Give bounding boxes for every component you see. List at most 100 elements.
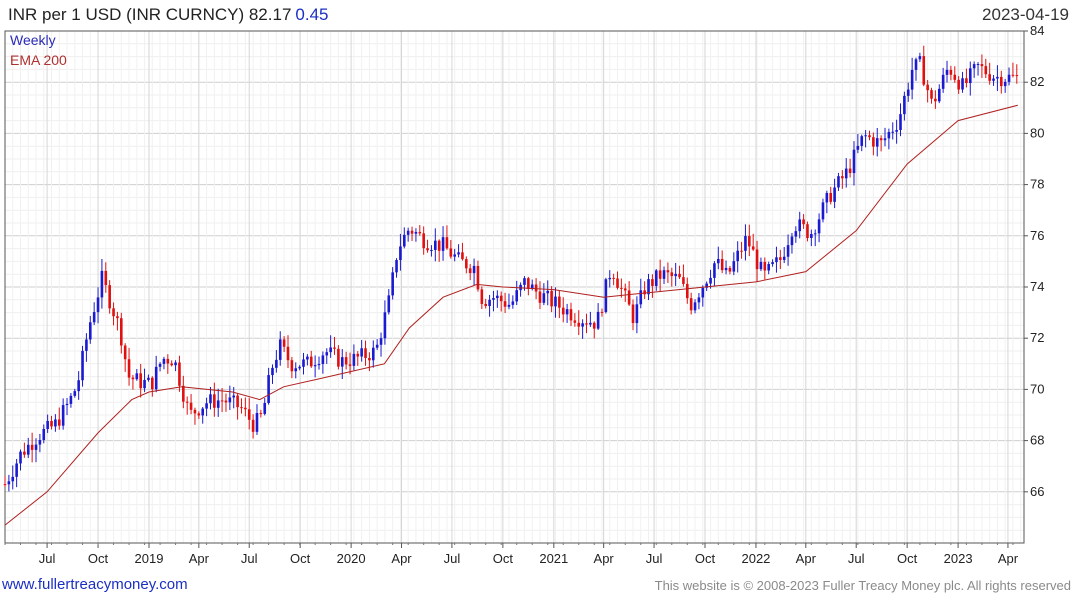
- candle-body: [771, 262, 774, 265]
- candle-body: [546, 290, 550, 294]
- candle-body: [232, 395, 236, 398]
- candle-body: [810, 233, 813, 239]
- candle-body: [577, 322, 581, 327]
- candle-body: [174, 362, 177, 366]
- candle-body: [135, 373, 139, 380]
- candle-body: [623, 288, 627, 291]
- candle-body: [662, 270, 666, 279]
- candle-body: [220, 400, 224, 402]
- candle-body: [887, 132, 891, 139]
- candle-body: [96, 297, 100, 313]
- candle-body: [751, 246, 755, 250]
- candle-body: [352, 353, 356, 366]
- candle-body: [910, 69, 914, 90]
- candle-body: [298, 366, 301, 369]
- candle-body: [30, 444, 34, 450]
- candle-body: [375, 344, 379, 348]
- candle-body: [434, 240, 437, 250]
- candle-body: [73, 391, 77, 396]
- candle-body: [127, 359, 131, 378]
- candle-body: [19, 451, 22, 464]
- candle-body: [658, 270, 662, 279]
- candle-body: [472, 265, 476, 274]
- candle-body: [724, 267, 728, 271]
- y-tick-label: 78: [1030, 177, 1044, 192]
- site-link[interactable]: www.fullertreacymoney.com: [2, 576, 188, 593]
- candle-body: [441, 237, 445, 251]
- candle-body: [856, 145, 860, 150]
- candle-body: [457, 252, 460, 255]
- candle-body: [891, 131, 895, 133]
- candle-body: [682, 277, 685, 284]
- candle-body: [224, 400, 228, 403]
- candle-body: [499, 295, 503, 302]
- candle-body: [402, 234, 406, 247]
- y-tick-label: 82: [1030, 74, 1044, 89]
- candle-body: [263, 402, 267, 414]
- candle-body: [996, 76, 999, 79]
- candle-body: [759, 261, 763, 270]
- candle-body: [77, 380, 80, 392]
- candle-body: [647, 279, 650, 295]
- candle-body: [550, 290, 553, 307]
- candle-body: [368, 357, 371, 361]
- x-tick-label: Oct: [290, 551, 311, 566]
- candle-body: [244, 407, 247, 410]
- x-tick-label: Apr: [594, 551, 615, 566]
- candle-body: [379, 338, 383, 345]
- candle-body: [755, 249, 759, 270]
- candle-body: [523, 278, 526, 285]
- candle-body: [329, 347, 332, 353]
- candle-body: [848, 168, 852, 174]
- candle-body: [364, 348, 367, 358]
- candle-body: [689, 298, 693, 311]
- candle-body: [992, 78, 995, 81]
- candle-body: [732, 261, 736, 272]
- candle-body: [503, 301, 507, 307]
- candle-body: [616, 278, 619, 288]
- candle-body: [651, 279, 654, 286]
- candle-body: [182, 385, 185, 402]
- candle-body: [185, 401, 189, 403]
- x-tick-label: 2021: [539, 551, 568, 566]
- candle-body: [251, 419, 255, 432]
- candle-body: [290, 360, 294, 372]
- candle-body: [271, 367, 274, 376]
- candle-body: [61, 405, 65, 426]
- candle-body: [7, 481, 11, 485]
- candle-body: [50, 420, 53, 427]
- candle-body: [693, 302, 697, 311]
- x-tick-label: Apr: [189, 551, 210, 566]
- candle-body: [798, 219, 802, 232]
- candle-body: [736, 250, 739, 262]
- candle-body: [581, 323, 584, 327]
- candle-body: [685, 283, 689, 299]
- candle-body: [255, 413, 259, 432]
- y-tick-label: 74: [1030, 279, 1044, 294]
- candle-body: [92, 312, 96, 323]
- candle-body: [748, 236, 751, 247]
- candle-body: [348, 364, 352, 366]
- candle-body: [744, 236, 747, 251]
- candle-body: [275, 359, 278, 368]
- copyright-notice: This website is © 2008-2023 Fuller Treac…: [654, 578, 1071, 593]
- candle-body: [961, 78, 964, 90]
- y-tick-label: 76: [1030, 228, 1044, 243]
- candle-body: [496, 295, 499, 299]
- candle-body: [879, 138, 883, 141]
- candle-body: [383, 312, 387, 339]
- candle-body: [643, 290, 646, 295]
- candle-body: [542, 293, 546, 303]
- candle-body: [627, 290, 631, 305]
- candle-body: [999, 76, 1003, 87]
- candle-body: [453, 254, 456, 257]
- candle-body: [596, 311, 600, 329]
- candle-body: [480, 289, 484, 304]
- candle-body: [821, 202, 825, 220]
- candle-body: [534, 284, 538, 292]
- candle-body: [825, 192, 829, 203]
- candle-body: [166, 358, 170, 364]
- candle-body: [782, 256, 786, 260]
- candle-body: [918, 56, 922, 60]
- candle-body: [216, 400, 220, 408]
